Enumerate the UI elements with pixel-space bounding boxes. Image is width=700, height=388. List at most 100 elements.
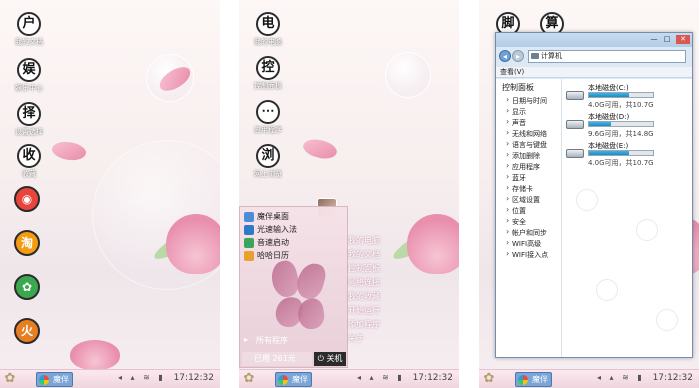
sidebar-title: 控制面板 (502, 83, 534, 92)
drive-usage-fill (589, 93, 630, 97)
system-tray[interactable]: ◂ ▴ ≋ ▮ (357, 373, 405, 382)
start-menu-link[interactable]: 添加程序 (348, 319, 380, 330)
taskbar: ✿ 魔伴 ◂ ▴ ≋ ▮ 17:12:32 (0, 369, 220, 388)
drive-item[interactable]: 本地磁盘(D:) 9.6G可用，共14.8G (566, 112, 690, 138)
petal-decoration (300, 134, 340, 164)
taskbar: ✿ 魔伴 ◂ ▴ ≋ ▮ 17:12:32 (239, 369, 459, 388)
start-flower-icon[interactable]: ✿ (242, 372, 256, 386)
desktop-icon-label: 应用程序 (254, 126, 282, 134)
drive-usage-fill (589, 151, 630, 155)
desktop-icon[interactable]: 浏 网上浏览 (253, 144, 283, 178)
control-panel-sidebar: 控制面板 日期与时间 显示 声音 无线和网络 语言与键盘 添加删除 应用程序 蓝… (496, 79, 562, 357)
sidebar-item[interactable]: 安全 (506, 216, 526, 227)
map-app-icon[interactable]: ◉ (14, 186, 40, 212)
sidebar-item[interactable]: 存储卡 (506, 183, 533, 194)
address-input[interactable]: 计算机 (528, 50, 686, 63)
desktop-icon[interactable]: 择 设置选择 (14, 102, 44, 136)
start-menu-link[interactable]: 开始运行 (348, 305, 380, 316)
sidebar-item[interactable]: WIFI接入点 (506, 249, 548, 260)
sidebar-item[interactable]: 显示 (506, 106, 526, 117)
sidebar-item[interactable]: 应用程序 (506, 161, 540, 172)
start-menu-item[interactable]: 光速输入法 (244, 224, 297, 236)
drive-usage-bar (588, 150, 654, 156)
desktop-panel-3: 脚 算 — □ ✕ ◂ ▸ 计算机 查看(V) 控制面板 日期与时间 显示 (479, 0, 699, 388)
screenshot-root: 户 我的文档 娱 娱乐中心 择 设置选择 收 收藏 ◉ 淘 ✿ 火 ✿ 魔伴 ◂… (0, 0, 700, 388)
start-menu-item-label: 音速启动 (257, 238, 289, 247)
start-menu-link[interactable]: 我的文档 (348, 249, 380, 260)
watermark-seal (636, 219, 658, 241)
maximize-button[interactable]: □ (661, 35, 673, 44)
drive-usage-bar (588, 121, 654, 127)
window-titlebar[interactable]: — □ ✕ (496, 33, 692, 47)
start-menu-link[interactable]: 控制面板 (348, 263, 380, 274)
drive-item[interactable]: 本地磁盘(C:) 4.0G可用，共10.7G (566, 83, 690, 109)
explorer-content: 控制面板 日期与时间 显示 声音 无线和网络 语言与键盘 添加删除 应用程序 蓝… (496, 79, 692, 357)
forward-arrow-icon[interactable]: ▸ (512, 50, 524, 62)
taskbar-app-button[interactable]: 魔伴 (275, 372, 312, 387)
brush-glyph-icon: 户 (17, 12, 41, 36)
sidebar-item[interactable]: 声音 (506, 117, 526, 128)
sidebar-item[interactable]: 语言与键盘 (506, 139, 547, 150)
butterfly-illustration (267, 258, 329, 337)
start-menu-status: 已用 261元 (242, 352, 312, 366)
explorer-window: — □ ✕ ◂ ▸ 计算机 查看(V) 控制面板 日期与时间 显示 声音 无线和… (495, 32, 693, 358)
hard-drive-icon (566, 120, 584, 129)
bubble-decoration (385, 52, 431, 98)
start-flower-icon[interactable]: ✿ (3, 372, 17, 386)
desktop-icon[interactable]: 娱 娱乐中心 (14, 58, 44, 92)
start-menu-item[interactable]: 音速启动 (244, 237, 289, 249)
desktop-icon[interactable]: 控 控制面板 (253, 56, 283, 90)
photo-app-icon[interactable]: ✿ (14, 274, 40, 300)
desktop-icon[interactable]: 收 收藏 (14, 144, 44, 178)
address-bar-row: ◂ ▸ 计算机 (498, 49, 692, 65)
taskbar-clock: 17:12:32 (652, 373, 693, 383)
sidebar-item[interactable]: WIFI高级 (506, 238, 541, 249)
start-menu-link[interactable]: 我的收藏 (348, 291, 380, 302)
shutdown-label: 关机 (326, 354, 343, 363)
sidebar-item[interactable]: 日期与时间 (506, 95, 547, 106)
start-menu-item[interactable]: 魔伴桌面 (244, 211, 289, 223)
start-menu-link[interactable]: 网络连接 (348, 277, 380, 288)
start-menu-link[interactable]: 我的电脑 (348, 235, 380, 246)
desktop-icon-label: 设置选择 (15, 128, 43, 136)
system-tray[interactable]: ◂ ▴ ≋ ▮ (118, 373, 166, 382)
system-tray[interactable]: ◂ ▴ ≋ ▮ (597, 373, 645, 382)
start-flower-icon[interactable]: ✿ (482, 372, 496, 386)
flower-decoration (166, 214, 220, 274)
minimize-button[interactable]: — (648, 35, 660, 44)
taskbar-app-button[interactable]: 魔伴 (36, 372, 73, 387)
sidebar-item[interactable]: 帐户和同步 (506, 227, 547, 238)
sidebar-item[interactable]: 区域设置 (506, 194, 540, 205)
desktop-icon[interactable]: 电 我的电脑 (253, 12, 283, 46)
sidebar-item[interactable]: 蓝牙 (506, 172, 526, 183)
fire-app-icon[interactable]: 火 (14, 318, 40, 344)
taskbar-app-button[interactable]: 魔伴 (515, 372, 552, 387)
brush-glyph-icon: 择 (17, 102, 41, 126)
desktop-panel-2: 电 我的电脑 控 控制面板 ⋯ 应用程序 浏 网上浏览 魔伴桌面 光速输入法 音… (239, 0, 459, 388)
back-arrow-icon[interactable]: ◂ (499, 50, 511, 62)
all-programs-button[interactable]: 所有程序 (244, 335, 288, 346)
sidebar-item[interactable]: 位置 (506, 205, 526, 216)
brush-glyph-icon: 控 (256, 56, 280, 80)
taskbar-clock: 17:12:32 (173, 373, 214, 383)
brush-glyph-icon: 浏 (256, 144, 280, 168)
taobao-app-icon[interactable]: 淘 (14, 230, 40, 256)
start-menu-link[interactable]: 关于 (348, 333, 364, 344)
shutdown-button[interactable]: ⏻ 关机 (314, 352, 346, 366)
drive-usage-fill (589, 122, 612, 126)
desktop-icon-label: 娱乐中心 (15, 84, 43, 92)
desktop-icon[interactable]: 户 我的文档 (14, 12, 44, 46)
desktop-icon[interactable]: ⋯ 应用程序 (253, 100, 283, 134)
close-button[interactable]: ✕ (676, 35, 690, 44)
view-menu[interactable]: 查看(V) (496, 67, 692, 78)
drive-space-info: 4.0G可用，共10.7G (588, 159, 654, 167)
sidebar-item[interactable]: 无线和网络 (506, 128, 547, 139)
taskbar: ✿ 魔伴 ◂ ▴ ≋ ▮ 17:12:32 (479, 369, 699, 388)
start-menu-item-label: 光速输入法 (257, 225, 297, 234)
desktop-icon-label: 我的文档 (15, 38, 43, 46)
sidebar-item[interactable]: 添加删除 (506, 150, 540, 161)
butterfly-wing (293, 260, 329, 302)
desktop-icon-label: 收藏 (22, 170, 36, 178)
watermark-seal (576, 189, 598, 211)
drive-item[interactable]: 本地磁盘(E:) 4.0G可用，共10.7G (566, 141, 690, 167)
